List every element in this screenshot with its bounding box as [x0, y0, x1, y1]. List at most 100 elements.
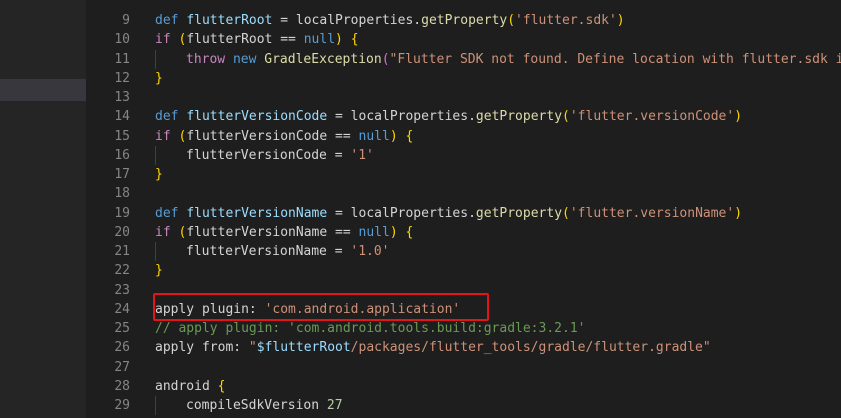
- line-number: 26: [114, 340, 130, 356]
- code-token: flutterVersionCode: [186, 109, 328, 125]
- code-token: 'flutter.versionName': [569, 205, 735, 221]
- code-token: throw: [186, 51, 226, 67]
- code-token: flutterVersionName =: [186, 244, 351, 259]
- code-token: /packages/flutter_tools/gradle/flutter.g…: [350, 340, 711, 356]
- code-token: if: [155, 224, 171, 240]
- code-line[interactable]: flutterVersionCode = '1': [186, 146, 374, 165]
- code-token: flutterVersionName: [186, 205, 328, 221]
- line-number: 18: [114, 186, 130, 202]
- code-token: getProperty: [475, 205, 563, 221]
- indent-guide: [155, 49, 156, 69]
- code-token: flutterVersionCode =: [186, 147, 351, 163]
- code-token: new: [232, 51, 257, 67]
- code-line[interactable]: }: [155, 165, 163, 184]
- line-number: 22: [114, 263, 130, 279]
- code-token: '1': [350, 147, 374, 163]
- code-token: null: [358, 128, 390, 144]
- code-token: ": [248, 340, 257, 356]
- code-token: = localProperties.: [272, 13, 422, 28]
- code-line[interactable]: def flutterVersionName = localProperties…: [155, 204, 742, 223]
- code-token: null: [358, 224, 390, 240]
- line-number: 11: [114, 51, 130, 67]
- line-number: 9: [122, 13, 130, 28]
- code-token: (: [562, 109, 570, 125]
- line-number: 24: [114, 301, 130, 317]
- indent-guide: [155, 145, 156, 165]
- code-token: }: [155, 263, 163, 279]
- line-number: 19: [114, 205, 130, 221]
- code-token: // apply plugin: 'com.android.tools.buil…: [155, 321, 586, 336]
- line-number: 29: [114, 398, 130, 413]
- code-line[interactable]: }: [155, 261, 163, 280]
- code-line[interactable]: def flutterVersionCode = localProperties…: [155, 107, 742, 126]
- code-editor-window: 9 10 11 12 13 14 15 16 17 18 19 20 21 22 23 24 25 26 27 28 2…: [0, 0, 841, 418]
- code-token: flutterRoot ==: [186, 32, 304, 48]
- code-line[interactable]: flutterVersionName = '1.0': [186, 242, 390, 261]
- line-number: 14: [114, 109, 130, 125]
- code-token: 'flutter.versionCode': [569, 109, 735, 125]
- line-number: 20: [114, 224, 130, 240]
- code-line[interactable]: android {: [155, 377, 225, 396]
- code-token: def: [155, 13, 179, 28]
- code-token: }: [155, 167, 163, 182]
- code-line[interactable]: if (flutterVersionName == null) {: [155, 223, 413, 242]
- code-token: }: [155, 70, 163, 86]
- line-number: 23: [114, 282, 130, 298]
- code-token: apply from:: [155, 340, 249, 356]
- code-token: ): [389, 224, 398, 240]
- code-token: def: [155, 109, 179, 125]
- code-token: ): [335, 32, 343, 48]
- code-token: def: [155, 205, 179, 221]
- code-token: 'flutter.sdk': [515, 13, 617, 28]
- code-token: if: [155, 32, 171, 48]
- code-token: = localProperties.: [327, 205, 476, 221]
- line-number: 27: [114, 359, 130, 375]
- code-token: '1.0': [350, 244, 390, 259]
- editor-pane[interactable]: 9 10 11 12 13 14 15 16 17 18 19 20 21 22 23 24 25 26 27 28 2…: [86, 0, 841, 418]
- line-number: 13: [114, 90, 130, 105]
- line-number: 12: [114, 70, 130, 86]
- line-number: 15: [114, 128, 130, 144]
- explorer-sidebar[interactable]: [0, 0, 86, 418]
- indent-guide: [155, 242, 156, 262]
- code-area[interactable]: def flutterRoot = localProperties.getPro…: [155, 0, 841, 418]
- code-token: flutterRoot: [186, 13, 273, 28]
- code-line[interactable]: throw new GradleException("Flutter SDK n…: [186, 50, 841, 69]
- code-token: getProperty: [421, 13, 508, 28]
- code-token: (: [381, 51, 390, 67]
- code-token: ): [389, 128, 398, 144]
- line-number-gutter: 9 10 11 12 13 14 15 16 17 18 19 20 21 22 23 24 25 26 27 28 2…: [86, 0, 130, 418]
- code-token: (: [562, 205, 570, 221]
- sidebar-selected-item[interactable]: [0, 79, 86, 101]
- code-line[interactable]: compileSdkVersion 27: [186, 396, 343, 415]
- code-token: getProperty: [475, 109, 563, 125]
- code-token: android: [155, 378, 218, 394]
- code-line[interactable]: if (flutterVersionCode == null) {: [155, 127, 413, 146]
- code-token: flutterVersionName ==: [186, 224, 359, 240]
- code-token: flutterVersionCode ==: [186, 128, 359, 144]
- code-line[interactable]: }: [155, 69, 163, 88]
- code-token: {: [350, 32, 359, 48]
- line-number: 25: [114, 321, 130, 336]
- code-token: null: [303, 32, 336, 48]
- code-token: GradleException: [264, 51, 382, 67]
- code-line[interactable]: if (flutterRoot == null) {: [155, 30, 359, 49]
- code-token: ): [616, 13, 625, 28]
- code-line[interactable]: def flutterRoot = localProperties.getPro…: [155, 11, 625, 30]
- code-token: 27: [326, 398, 343, 413]
- code-token: {: [217, 378, 226, 394]
- code-token: ): [734, 205, 743, 221]
- line-number: 17: [114, 167, 130, 182]
- line-number: 21: [114, 244, 130, 259]
- code-token: {: [405, 224, 414, 240]
- code-token: (: [507, 13, 516, 28]
- highlight-annotation-box: [153, 293, 489, 321]
- code-token: compileSdkVersion: [186, 398, 327, 413]
- code-line[interactable]: apply from: "$flutterRoot/packages/flutt…: [155, 338, 711, 357]
- code-line[interactable]: // apply plugin: 'com.android.tools.buil…: [155, 319, 585, 338]
- code-token: if: [155, 128, 171, 144]
- line-number: 28: [114, 378, 130, 394]
- code-token: "Flutter SDK not found. Define location …: [389, 51, 841, 67]
- line-number: 10: [114, 32, 130, 48]
